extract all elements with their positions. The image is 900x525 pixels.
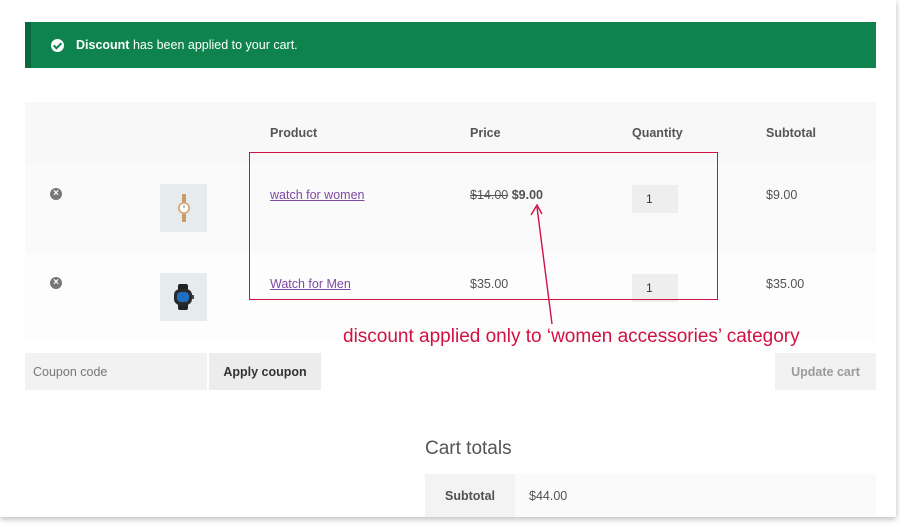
annotation-arrow xyxy=(530,203,553,325)
cart-page: Discount has been applied to your cart. … xyxy=(0,0,896,517)
annotation-text: discount applied only to ‘women accessor… xyxy=(343,326,800,347)
